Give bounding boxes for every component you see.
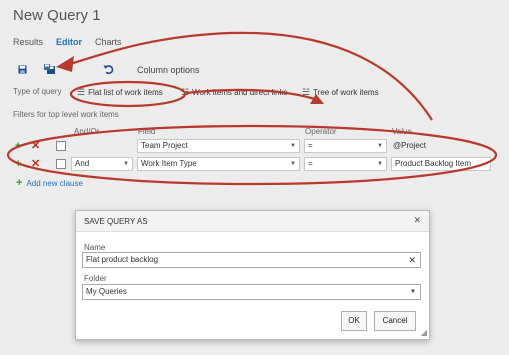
name-input[interactable]: Flat product backlog ✕	[82, 252, 421, 268]
clear-icon[interactable]: ✕	[408, 253, 416, 267]
clause-row: + ✕ Team Project ▼ = ▼ @Project	[13, 139, 493, 153]
operator-select[interactable]: = ▼	[304, 157, 387, 171]
andor-select[interactable]: And ▼	[71, 157, 133, 171]
query-type-tree-option[interactable]: ☱ Tree of work items	[302, 87, 379, 98]
dropdown-arrow-icon: ▼	[410, 289, 416, 295]
operator-select[interactable]: = ▼	[304, 139, 387, 153]
dialog-title: SAVE QUERY AS	[84, 217, 148, 226]
clause-checkbox[interactable]	[56, 141, 66, 151]
dropdown-arrow-icon: ▼	[377, 161, 383, 167]
value-field[interactable]: Product Backlog Item	[391, 157, 491, 171]
tab-bar: Results Editor Charts	[13, 37, 122, 47]
name-label: Name	[84, 243, 106, 252]
annotation-curved-arrow-to-save-as	[69, 31, 433, 121]
tab-editor[interactable]: Editor	[56, 37, 82, 47]
dialog-header: SAVE QUERY AS ✕	[76, 211, 429, 232]
resize-grip-icon[interactable]: ◢	[421, 328, 427, 337]
page-title: New Query 1	[13, 7, 101, 24]
column-options-button[interactable]: Column options	[137, 65, 200, 75]
delete-clause-icon[interactable]: ✕	[31, 157, 40, 171]
undo-icon[interactable]	[101, 62, 115, 76]
direct-links-icon: ☷	[181, 87, 190, 97]
flat-list-icon: ☰	[77, 87, 86, 97]
folder-label: Folder	[84, 274, 107, 283]
value-field[interactable]: @Project	[393, 139, 426, 153]
insert-clause-icon[interactable]: +	[15, 157, 21, 171]
dropdown-arrow-icon: ▼	[123, 161, 129, 167]
ok-button[interactable]: OK	[341, 311, 367, 331]
query-type-label: Type of query	[13, 87, 62, 96]
query-type-flat-option[interactable]: ☰ Flat list of work items	[77, 87, 163, 98]
close-icon[interactable]: ✕	[413, 215, 421, 226]
add-icon: +	[16, 177, 23, 189]
tree-icon: ☱	[302, 87, 311, 97]
add-new-clause-link[interactable]: + Add new clause	[16, 177, 83, 189]
save-icon[interactable]	[15, 62, 29, 76]
query-type-direct-links-option[interactable]: ☷ Work items and direct links	[181, 87, 288, 98]
field-select[interactable]: Team Project ▼	[137, 139, 300, 153]
header-value: Value	[392, 127, 412, 136]
toolbar: Column options	[13, 62, 213, 76]
field-select[interactable]: Work Item Type ▼	[137, 157, 300, 171]
header-andor: And/Or	[74, 127, 100, 136]
clause-row: + ✕ And ▼ Work Item Type ▼ = ▼ Product B…	[13, 157, 493, 171]
insert-clause-icon[interactable]: +	[15, 139, 21, 153]
save-query-as-dialog: SAVE QUERY AS ✕ Name Flat product backlo…	[75, 210, 430, 340]
save-as-icon[interactable]	[43, 62, 57, 76]
tab-results[interactable]: Results	[13, 37, 43, 47]
header-field: Field	[138, 127, 156, 136]
dropdown-arrow-icon: ▼	[290, 161, 296, 167]
header-operator: Operator	[305, 127, 337, 136]
filters-title: Filters for top level work items	[13, 110, 119, 119]
clause-checkbox[interactable]	[56, 159, 66, 169]
dropdown-arrow-icon: ▼	[290, 143, 296, 149]
tab-charts[interactable]: Charts	[95, 37, 122, 47]
folder-select[interactable]: My Queries ▼	[82, 284, 421, 300]
delete-clause-icon[interactable]: ✕	[31, 139, 40, 153]
dropdown-arrow-icon: ▼	[377, 143, 383, 149]
cancel-button[interactable]: Cancel	[374, 311, 416, 331]
